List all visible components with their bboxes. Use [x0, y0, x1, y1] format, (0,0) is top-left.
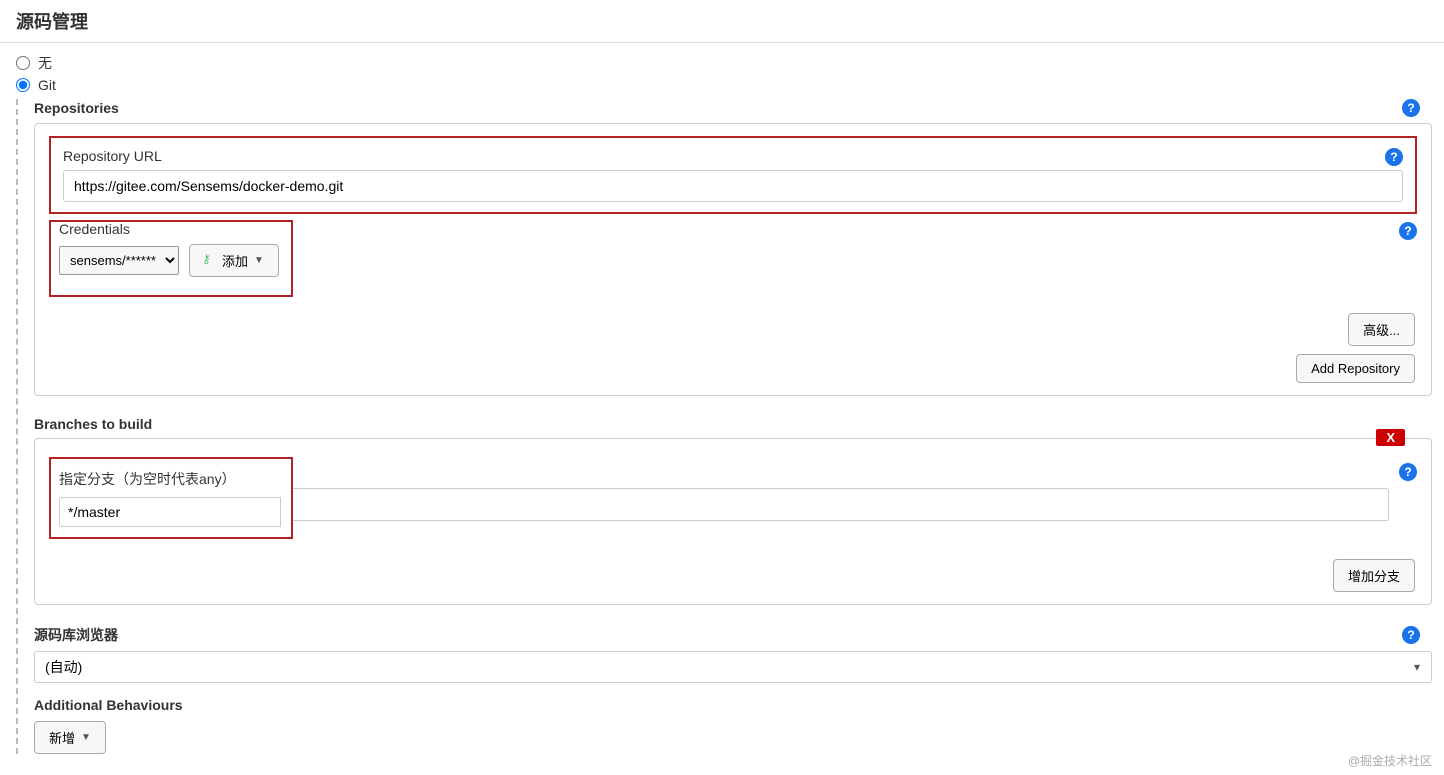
- branch-specifier-highlight: 指定分支（为空时代表any）: [49, 457, 293, 539]
- branches-panel: X 指定分支（为空时代表any） ? 增加分支: [34, 438, 1432, 605]
- scm-none-row[interactable]: 无: [16, 53, 1428, 73]
- help-icon[interactable]: ?: [1402, 626, 1420, 644]
- branch-input-continuation[interactable]: [293, 488, 1389, 521]
- branch-specifier-label: 指定分支（为空时代表any）: [59, 469, 281, 489]
- repositories-title: Repositories: [34, 100, 119, 116]
- branch-specifier-input[interactable]: [59, 497, 281, 527]
- add-behaviour-label: 新增: [49, 728, 75, 747]
- add-label: 添加: [222, 251, 248, 270]
- watermark: @掘金技术社区: [1348, 752, 1432, 769]
- key-icon: [204, 256, 218, 266]
- radio-git[interactable]: [16, 78, 30, 92]
- additional-behaviours-title: Additional Behaviours: [34, 697, 1444, 713]
- radio-git-label: Git: [38, 77, 56, 93]
- credentials-highlight: Credentials sensems/****** 添加 ▼: [49, 220, 293, 297]
- chevron-down-icon: ▼: [254, 255, 264, 266]
- chevron-down-icon: ▼: [81, 732, 91, 743]
- section-title: 源码管理: [0, 0, 1444, 43]
- repo-browser-select[interactable]: (自动): [34, 651, 1432, 683]
- help-icon[interactable]: ?: [1399, 222, 1417, 240]
- repo-url-highlight: Repository URL ?: [49, 136, 1417, 214]
- credentials-add-button[interactable]: 添加 ▼: [189, 244, 279, 277]
- credentials-select[interactable]: sensems/******: [59, 246, 179, 275]
- help-icon[interactable]: ?: [1385, 148, 1403, 166]
- scm-git-row[interactable]: Git: [16, 77, 1428, 93]
- repo-url-input[interactable]: [63, 170, 1403, 202]
- advanced-button[interactable]: 高级...: [1348, 313, 1415, 346]
- repositories-panel: Repository URL ? Credentials sensems/***…: [34, 123, 1432, 396]
- repo-browser-title: 源码库浏览器: [34, 625, 118, 645]
- help-icon[interactable]: ?: [1402, 99, 1420, 117]
- add-branch-button[interactable]: 增加分支: [1333, 559, 1415, 592]
- add-behaviour-button[interactable]: 新增 ▼: [34, 721, 106, 754]
- add-repository-button[interactable]: Add Repository: [1296, 354, 1415, 383]
- radio-none[interactable]: [16, 56, 30, 70]
- radio-none-label: 无: [38, 53, 52, 73]
- help-icon[interactable]: ?: [1399, 463, 1417, 481]
- branches-title: Branches to build: [34, 416, 1444, 432]
- repo-url-label: Repository URL: [63, 148, 162, 164]
- delete-branch-button[interactable]: X: [1376, 429, 1405, 446]
- credentials-label: Credentials: [59, 221, 130, 237]
